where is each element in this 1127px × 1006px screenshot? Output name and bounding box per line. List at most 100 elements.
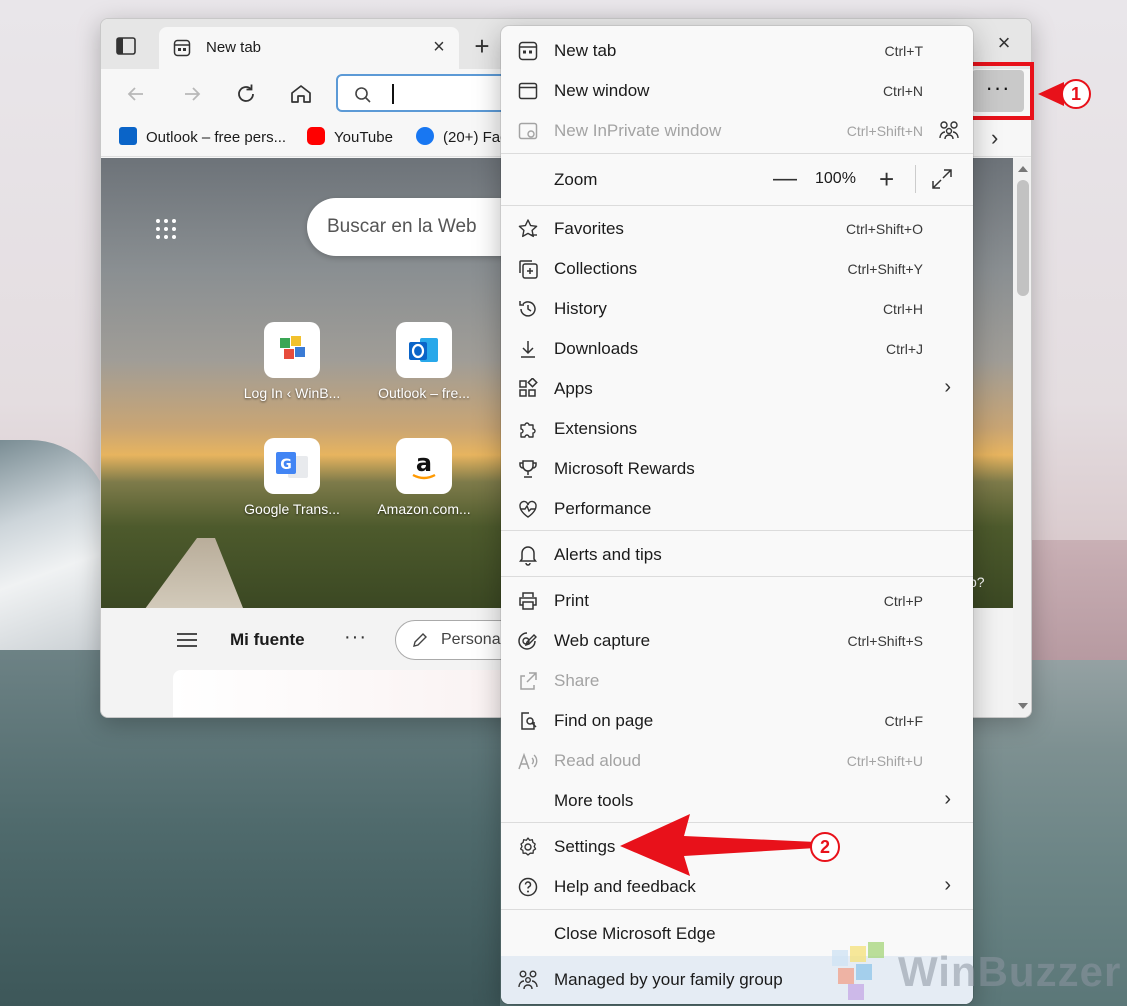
menu-item-web-capture[interactable]: Web capture Ctrl+Shift+S: [501, 620, 973, 660]
share-icon: [520, 672, 537, 690]
amazon-icon: a: [412, 449, 436, 480]
winbuzzer-logo-icon: [832, 942, 884, 1000]
menu-separator: [501, 530, 973, 531]
scroll-down-icon[interactable]: [1018, 703, 1028, 709]
printer-icon: [519, 592, 537, 610]
tab-new-tab[interactable]: New tab ×: [159, 27, 459, 69]
bookmark-facebook[interactable]: (20+) Fac: [416, 127, 508, 149]
menu-separator: [501, 576, 973, 577]
menu-item-extensions[interactable]: Extensions: [501, 408, 973, 448]
history-icon: [519, 301, 536, 317]
quick-link-label: Amazon.com...: [377, 501, 471, 517]
web-capture-icon: [518, 632, 537, 650]
fullscreen-icon[interactable]: [931, 168, 953, 190]
search-icon: [355, 87, 371, 103]
zoom-value: 100%: [815, 170, 856, 187]
chevron-right-icon: ›: [944, 874, 951, 896]
app-launcher-icon[interactable]: [155, 218, 177, 240]
help-icon: [518, 877, 538, 897]
collections-icon: [519, 260, 538, 279]
scroll-thumb[interactable]: [1017, 180, 1029, 296]
facebook-icon: [416, 127, 434, 145]
back-icon[interactable]: [123, 81, 149, 107]
menu-item-new-inprivate-window[interactable]: New InPrivate window Ctrl+Shift+N: [501, 110, 973, 150]
menu-item-new-window[interactable]: New window Ctrl+N: [501, 70, 973, 110]
menu-item-downloads[interactable]: Downloads Ctrl+J: [501, 328, 973, 368]
family-icon: [939, 121, 959, 140]
bookmark-outlook[interactable]: Outlook – free pers...: [119, 127, 286, 149]
feed-title[interactable]: Mi fuente: [230, 630, 305, 650]
menu-item-find-on-page[interactable]: Find on page Ctrl+F: [501, 700, 973, 740]
feed-more-icon[interactable]: ···: [344, 626, 367, 649]
family-icon: [518, 970, 538, 990]
quick-link-winbuzzer[interactable]: Log In ‹ WinB...: [237, 322, 347, 401]
quick-link-google-translate[interactable]: G Google Trans...: [237, 438, 347, 517]
zoom-in-icon[interactable]: +: [879, 164, 894, 195]
new-tab-favicon-icon: [173, 39, 191, 57]
menu-separator: [501, 205, 973, 206]
zoom-divider: [915, 165, 916, 193]
menu-item-zoom: Zoom — 100% +: [501, 159, 973, 199]
personalize-label: Persona: [441, 631, 501, 648]
menu-item-collections[interactable]: Collections Ctrl+Shift+Y: [501, 248, 973, 288]
hamburger-menu-icon[interactable]: [176, 632, 198, 648]
svg-text:a: a: [416, 449, 432, 477]
menu-item-share[interactable]: Share: [501, 660, 973, 700]
menu-item-performance[interactable]: Performance: [501, 488, 973, 528]
tab-title: New tab: [206, 39, 262, 56]
pencil-icon: [413, 633, 427, 647]
chevron-right-icon: ›: [944, 788, 951, 810]
download-icon: [521, 341, 535, 358]
quick-link-label: Google Trans...: [244, 501, 340, 517]
watermark: WinBuzzer: [824, 940, 1124, 1002]
home-icon[interactable]: [288, 81, 314, 107]
tab-close-icon[interactable]: ×: [429, 37, 449, 57]
step-badge-2: 2: [810, 832, 840, 862]
new-tab-icon: [518, 41, 538, 61]
refresh-icon[interactable]: [233, 81, 259, 107]
trophy-icon: [519, 460, 537, 478]
menu-item-apps[interactable]: Apps ›: [501, 368, 973, 408]
web-search-placeholder: Buscar en la Web: [327, 216, 477, 237]
youtube-icon: [307, 127, 325, 145]
bell-icon: [519, 546, 537, 566]
page-scrollbar[interactable]: [1013, 158, 1031, 717]
new-tab-plus-icon[interactable]: +: [471, 33, 493, 59]
menu-item-favorites[interactable]: Favorites Ctrl+Shift+O: [501, 208, 973, 248]
background-road: [131, 538, 251, 608]
wallpaper-hill: [0, 440, 110, 650]
menu-item-read-aloud[interactable]: Read aloud Ctrl+Shift+U: [501, 740, 973, 780]
menu-item-microsoft-rewards[interactable]: Microsoft Rewards: [501, 448, 973, 488]
outlook-icon: [409, 338, 438, 362]
text-caret: [392, 84, 394, 104]
new-window-icon: [518, 82, 538, 100]
quick-link-label: Log In ‹ WinB...: [243, 385, 341, 401]
menu-item-print[interactable]: Print Ctrl+P: [501, 580, 973, 620]
menu-item-new-tab[interactable]: New tab Ctrl+T: [501, 30, 973, 70]
menu-separator: [501, 909, 973, 910]
step-badge-1: 1: [1061, 79, 1091, 109]
bookmark-youtube[interactable]: YouTube: [307, 127, 393, 149]
quick-link-outlook[interactable]: Outlook – fre...: [369, 322, 479, 401]
forward-icon[interactable]: [179, 81, 205, 107]
outlook-icon: [119, 127, 137, 145]
wallpaper-hill-right: [1032, 540, 1127, 660]
scroll-up-icon[interactable]: [1018, 166, 1028, 172]
zoom-out-icon[interactable]: —: [773, 165, 797, 193]
svg-text:G: G: [280, 457, 292, 473]
apps-icon: [519, 378, 538, 397]
tab-actions-icon[interactable]: [115, 35, 137, 57]
menu-separator: [501, 153, 973, 154]
chevron-right-icon[interactable]: ›: [991, 125, 998, 151]
quick-link-label: Outlook – fre...: [378, 385, 470, 401]
read-aloud-icon: [518, 752, 538, 770]
star-icon: [518, 219, 538, 238]
menu-item-alerts-and-tips[interactable]: Alerts and tips: [501, 534, 973, 574]
quick-link-amazon[interactable]: a Amazon.com...: [369, 438, 479, 517]
inprivate-icon: [518, 122, 538, 140]
puzzle-icon: [520, 422, 536, 438]
menu-item-history[interactable]: History Ctrl+H: [501, 288, 973, 328]
winbuzzer-icon: [280, 336, 305, 359]
callout-arrow-2-icon: [620, 814, 816, 876]
window-close-icon[interactable]: ×: [993, 32, 1015, 54]
